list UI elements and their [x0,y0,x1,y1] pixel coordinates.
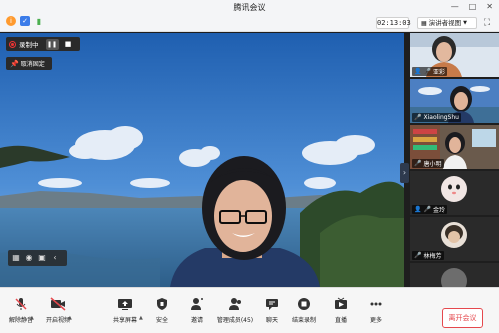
share-screen-button[interactable]: 共享屏幕 [108,291,142,331]
participant-avatar [441,268,467,287]
video-mini-toolbar: ▦ ◉ ▣ ‹ [8,250,67,266]
title-bar: 腾讯会议 i ✓ ▮ — □ ✕ 02:13:03 ▦ 演讲者视图 ▼ ⛶ [0,0,499,32]
chevron-down-icon: ▼ [463,19,468,26]
mic-icon: 🎤 [414,252,422,259]
live-button[interactable]: 直播 [329,291,353,331]
participant-tile[interactable]: 👤 🎤 金玲 [410,171,499,215]
participant-tile[interactable]: 🎤 林梅芳 [410,217,499,261]
unmute-button[interactable]: 解除静音 [4,291,38,331]
pause-recording-button[interactable]: ❚❚ [45,38,59,50]
start-video-label: 开启视频 [45,317,70,324]
chevron-up-icon[interactable]: ▲ [139,315,143,321]
window-title: 腾讯会议 [233,3,266,12]
end-recording-label: 结束录制 [291,317,316,324]
unpin-button[interactable]: 📌 取消固定 [6,57,52,70]
meeting-timer: 02:13:03 [376,17,411,29]
members-icon [227,296,243,312]
manage-members-label: 管理成员(45) [216,317,254,324]
participant-name: XiaolingShu [423,114,459,121]
more-icon [368,296,384,312]
recording-indicator: 录制中 ❚❚ ■ [6,37,80,51]
security-label: 安全 [155,317,168,324]
participant-name: 金玲 [432,207,445,214]
speaker-video-frame [0,33,404,287]
mic-muted-icon [13,296,29,312]
main-video[interactable]: 录制中 ❚❚ ■ 📌 取消固定 ▦ ◉ ▣ ‹ [0,33,404,287]
live-icon [333,296,349,312]
live-label: 直播 [334,317,347,324]
mic-icon: 🎤 [414,114,422,121]
stop-record-icon [296,296,312,312]
participant-name: 林梅芳 [423,253,442,260]
end-recording-button[interactable]: 结束录制 [289,291,319,331]
mic-icon: 🎤 [423,68,431,75]
recording-label: 录制中 [19,41,39,49]
security-icon [154,296,170,312]
leave-meeting-button[interactable]: 离开会议 [442,308,483,328]
participant-name-tag: 🎤 XiaolingShu [412,113,461,122]
fullscreen-icon[interactable]: ⛶ [482,18,492,28]
record-dot-icon [9,40,16,48]
grid-view-icon: ▦ [421,19,427,27]
bottom-toolbar: 解除静音 ▲ 开启视频 ▲ 共享屏幕 ▲ 安全 邀请 管理成员(45) 聊天 结… [0,287,499,333]
pin-icon: 📌 [10,59,19,68]
participant-name-tag: 🎤 唐小明 [412,159,444,168]
chevron-left-icon[interactable]: ‹ [50,253,60,263]
invite-label: 邀请 [190,317,203,324]
participant-panel: 👤 🎤 亚彩 🎤 XiaolingShu 🎤 唐小明 👤 🎤 金玲 🎤 林梅芳 [410,33,499,287]
participant-tile[interactable]: 👤 🎤 亚彩 [410,33,499,77]
speaker-icon[interactable]: ◉ [24,253,34,263]
participant-tile[interactable] [410,263,499,287]
window-controls: — □ ✕ [451,2,493,11]
participant-tile[interactable]: 🎤 XiaolingShu [410,79,499,123]
stop-recording-button[interactable]: ■ [62,39,75,50]
gallery-icon[interactable]: ▣ [37,253,47,263]
more-label: 更多 [369,317,382,324]
status-icons: i ✓ ▮ [6,16,44,26]
collapse-sidebar-button[interactable]: › [400,163,409,183]
invite-button[interactable]: 邀请 [185,291,209,331]
layout-icon[interactable]: ▦ [11,253,21,263]
close-icon[interactable]: ✕ [486,2,493,11]
participant-name-tag: 👤 🎤 金玲 [412,205,447,214]
chat-button[interactable]: 聊天 [260,291,284,331]
more-button[interactable]: 更多 [364,291,388,331]
mic-icon: 🎤 [414,160,422,167]
mic-icon: 🎤 [423,206,431,213]
camera-off-icon [50,296,66,312]
host-icon: 👤 [414,68,422,75]
minimize-icon[interactable]: — [451,2,459,11]
meeting-window: 腾讯会议 i ✓ ▮ — □ ✕ 02:13:03 ▦ 演讲者视图 ▼ ⛶ 录制… [0,0,499,333]
chat-label: 聊天 [265,317,278,324]
security-button[interactable]: 安全 [150,291,174,331]
chevron-up-icon[interactable]: ▲ [68,315,72,321]
participant-name: 唐小明 [423,161,442,168]
security-shield-icon[interactable]: ✓ [20,16,30,26]
chat-icon [264,296,280,312]
participant-name: 亚彩 [432,69,445,76]
start-video-button[interactable]: 开启视频 [41,291,75,331]
chevron-up-icon[interactable]: ▲ [30,315,34,321]
participant-name-tag: 🎤 林梅芳 [412,251,444,260]
maximize-icon[interactable]: □ [469,2,477,11]
host-icon: 👤 [414,206,422,213]
info-icon[interactable]: i [6,16,16,26]
share-screen-label: 共享屏幕 [112,317,137,324]
share-screen-icon [117,296,133,312]
signal-icon[interactable]: ▮ [34,16,44,26]
participant-tile[interactable]: 🎤 唐小明 [410,125,499,169]
invite-icon [189,296,205,312]
manage-members-button[interactable]: 管理成员(45) [215,291,255,331]
view-mode-label: 演讲者视图 [428,18,462,27]
participant-name-tag: 👤 🎤 亚彩 [412,67,447,76]
view-mode-button[interactable]: ▦ 演讲者视图 ▼ [417,17,477,29]
unpin-label: 取消固定 [20,61,45,68]
